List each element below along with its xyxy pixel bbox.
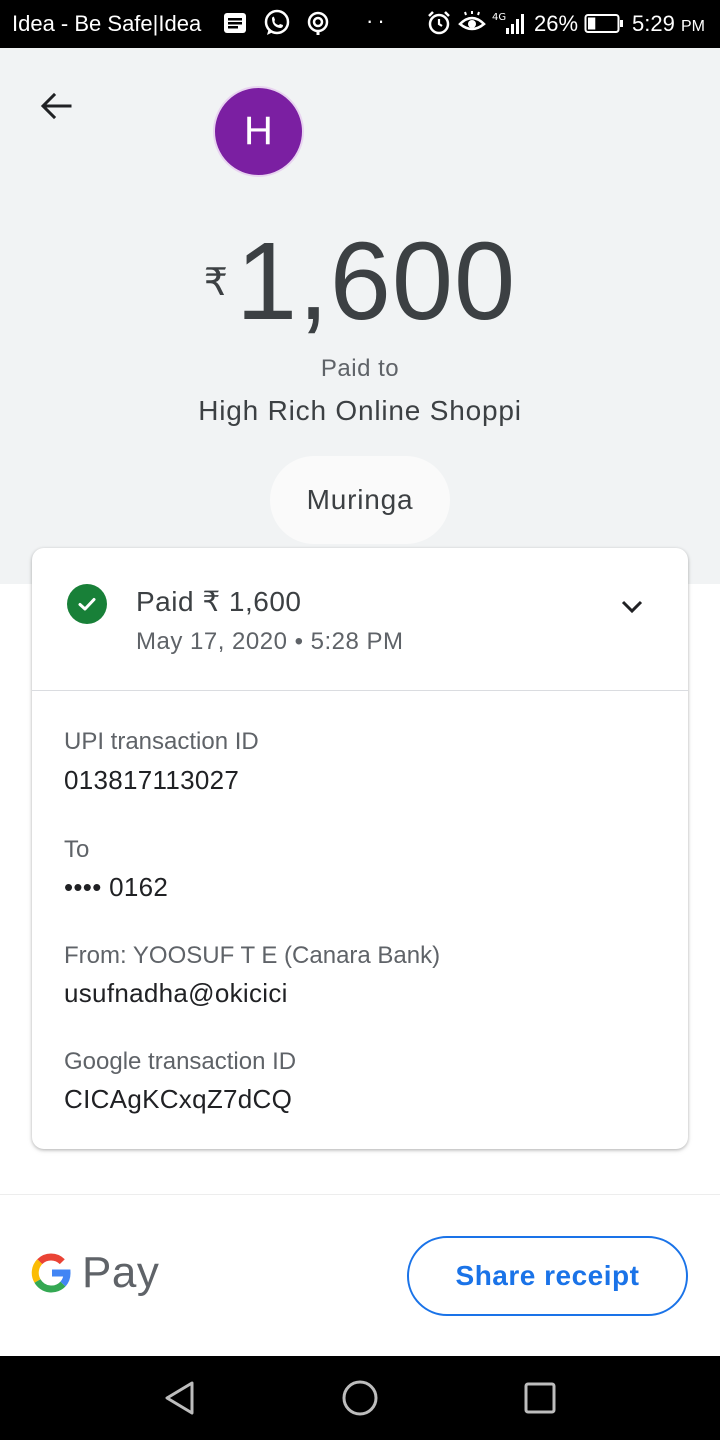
nav-back-icon[interactable]	[158, 1376, 202, 1420]
status-bar: Idea - Be Safe|Idea ·· 4G 26% 5:29 PM	[0, 0, 720, 48]
upi-transaction-id-value: 013817113027	[64, 765, 240, 795]
google-transaction-id-label: Google transaction ID	[64, 1048, 297, 1075]
whatsapp-icon	[262, 8, 292, 38]
paid-status-title: Paid ₹ 1,600	[136, 586, 302, 617]
carrier-name: Idea - Be Safe|Idea	[12, 11, 202, 36]
amount-value: 1,600	[235, 220, 517, 343]
eye-comfort-icon	[458, 10, 486, 36]
check-circle-icon	[67, 584, 107, 624]
from-upi-id-value: usufnadha@okicici	[64, 978, 288, 1008]
payment-amount: ₹1,600	[0, 218, 720, 345]
nav-home-icon[interactable]	[338, 1376, 382, 1420]
more-notifications-indicator: ··	[366, 8, 389, 33]
payment-status-row[interactable]: Paid ₹ 1,600 May 17, 2020 • 5:28 PM	[32, 548, 688, 691]
from-label: From: YOOSUF T E (Canara Bank)	[64, 942, 441, 969]
hotspot-icon	[305, 10, 331, 36]
clock: 5:29 PM	[632, 11, 705, 36]
system-navigation-bar	[0, 1356, 720, 1440]
google-transaction-id-value: CICAgKCxqZ7dCQ	[64, 1084, 293, 1114]
chevron-down-icon[interactable]	[614, 588, 650, 624]
arrow-back-icon	[40, 92, 72, 120]
message-icon	[222, 10, 248, 36]
share-receipt-button[interactable]: Share receipt	[407, 1236, 688, 1316]
merchant-name: High Rich Online Shoppi	[198, 395, 522, 426]
payment-datetime: May 17, 2020 • 5:28 PM	[136, 628, 404, 655]
to-label: To	[64, 836, 90, 863]
to-account-value: •••• 0162	[64, 872, 169, 902]
svg-text:4G: 4G	[492, 12, 506, 23]
google-g-icon	[31, 1253, 71, 1293]
nav-recents-icon[interactable]	[518, 1376, 562, 1420]
signal-4g-icon: 4G	[492, 10, 526, 36]
battery-icon	[584, 10, 624, 36]
currency-symbol: ₹	[203, 262, 228, 304]
transaction-details-card: Paid ₹ 1,600 May 17, 2020 • 5:28 PM UPI …	[32, 548, 688, 1149]
alarm-icon	[426, 10, 452, 36]
pay-brand-text: Pay	[82, 1248, 160, 1297]
footer-divider	[0, 1194, 720, 1195]
merchant-avatar[interactable]: H	[213, 86, 304, 177]
payment-note-chip: Muringa	[270, 456, 450, 544]
back-button[interactable]	[34, 84, 78, 128]
paid-to-label: Paid to	[320, 355, 400, 382]
google-pay-logo: Pay	[30, 1248, 159, 1298]
upi-transaction-id-label: UPI transaction ID	[64, 728, 259, 755]
battery-percent: 26%	[534, 11, 579, 36]
